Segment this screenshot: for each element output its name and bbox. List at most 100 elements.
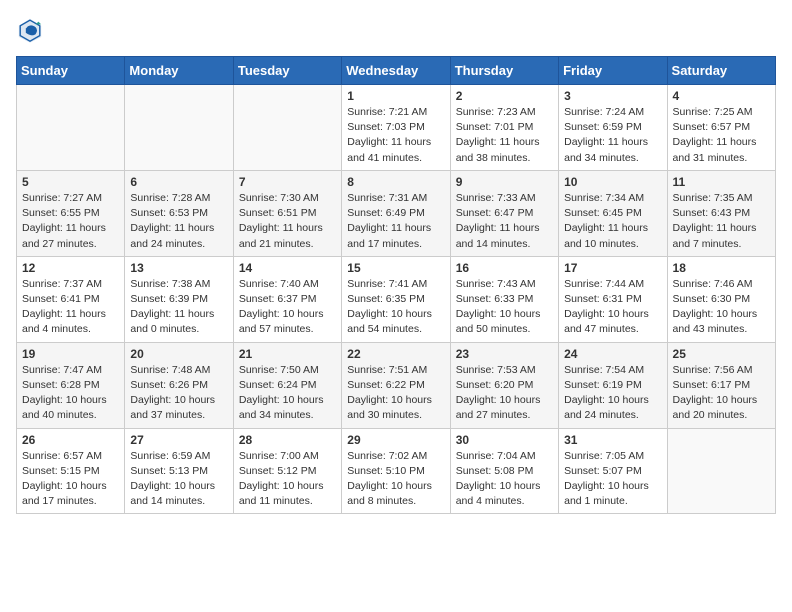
day-info: Sunrise: 7:56 AM Sunset: 6:17 PM Dayligh… — [673, 363, 770, 424]
calendar-cell: 19Sunrise: 7:47 AM Sunset: 6:28 PM Dayli… — [17, 342, 125, 428]
calendar-week-row: 5Sunrise: 7:27 AM Sunset: 6:55 PM Daylig… — [17, 170, 776, 256]
day-number: 21 — [239, 347, 336, 361]
calendar-cell: 26 Sunrise: 6:57 AM Sunset: 5:15 PM Dayli… — [17, 428, 125, 514]
day-info: Sunrise: 7:04 AM Sunset: 5:08 PM Dayligh… — [456, 449, 553, 510]
calendar-cell: 16 Sunrise: 7:43 AM Sunset: 6:33 PM Dayli… — [450, 256, 558, 342]
day-info: Sunrise: 7:00 AM Sunset: 5:12 PM Dayligh… — [239, 449, 336, 510]
day-info: Sunrise: 7:44 AM Sunset: 6:31 PM Dayligh… — [564, 277, 661, 338]
calendar-cell: 12 Sunrise: 7:37 AM Sunset: 6:41 PM Dayli… — [17, 256, 125, 342]
calendar-cell: 1Sunrise: 7:21 AM Sunset: 7:03 PM Daylig… — [342, 85, 450, 171]
calendar-cell: 22 Sunrise: 7:51 AM Sunset: 6:22 PM Dayli… — [342, 342, 450, 428]
day-number: 5 — [22, 175, 119, 189]
calendar-cell: 15Sunrise: 7:41 AM Sunset: 6:35 PM Dayli… — [342, 256, 450, 342]
day-info: Sunrise: 7:34 AM Sunset: 6:45 PM Dayligh… — [564, 191, 661, 252]
day-number: 4 — [673, 89, 770, 103]
day-number: 1 — [347, 89, 444, 103]
day-info: Sunrise: 7:25 AM Sunset: 6:57 PM Dayligh… — [673, 105, 770, 166]
day-info: Sunrise: 7:30 AM Sunset: 6:51 PM Dayligh… — [239, 191, 336, 252]
day-info: Sunrise: 7:47 AM Sunset: 6:28 PM Dayligh… — [22, 363, 119, 424]
calendar-week-row: 26 Sunrise: 6:57 AM Sunset: 5:15 PM Dayli… — [17, 428, 776, 514]
calendar-cell: 5Sunrise: 7:27 AM Sunset: 6:55 PM Daylig… — [17, 170, 125, 256]
day-of-week-header: Tuesday — [233, 57, 341, 85]
calendar-cell — [233, 85, 341, 171]
calendar-week-row: 19Sunrise: 7:47 AM Sunset: 6:28 PM Dayli… — [17, 342, 776, 428]
day-number: 13 — [130, 261, 227, 275]
day-number: 6 — [130, 175, 227, 189]
day-info: Sunrise: 7:05 AM Sunset: 5:07 PM Dayligh… — [564, 449, 661, 510]
day-number: 2 — [456, 89, 553, 103]
calendar-week-row: 1Sunrise: 7:21 AM Sunset: 7:03 PM Daylig… — [17, 85, 776, 171]
day-of-week-header: Thursday — [450, 57, 558, 85]
calendar-cell — [667, 428, 775, 514]
day-info: Sunrise: 7:24 AM Sunset: 6:59 PM Dayligh… — [564, 105, 661, 166]
calendar-cell: 3 Sunrise: 7:24 AM Sunset: 6:59 PM Daylig… — [559, 85, 667, 171]
day-info: Sunrise: 7:02 AM Sunset: 5:10 PM Dayligh… — [347, 449, 444, 510]
calendar-cell: 31 Sunrise: 7:05 AM Sunset: 5:07 PM Dayli… — [559, 428, 667, 514]
page-header — [16, 16, 776, 44]
day-info: Sunrise: 6:57 AM Sunset: 5:15 PM Dayligh… — [22, 449, 119, 510]
day-number: 8 — [347, 175, 444, 189]
day-info: Sunrise: 7:50 AM Sunset: 6:24 PM Dayligh… — [239, 363, 336, 424]
day-info: Sunrise: 7:33 AM Sunset: 6:47 PM Dayligh… — [456, 191, 553, 252]
calendar-cell: 4 Sunrise: 7:25 AM Sunset: 6:57 PM Daylig… — [667, 85, 775, 171]
day-number: 22 — [347, 347, 444, 361]
calendar-week-row: 12 Sunrise: 7:37 AM Sunset: 6:41 PM Dayli… — [17, 256, 776, 342]
calendar-cell — [125, 85, 233, 171]
day-number: 7 — [239, 175, 336, 189]
calendar-cell: 28 Sunrise: 7:00 AM Sunset: 5:12 PM Dayli… — [233, 428, 341, 514]
logo-icon — [16, 16, 44, 44]
day-of-week-header: Monday — [125, 57, 233, 85]
day-number: 31 — [564, 433, 661, 447]
day-of-week-header: Saturday — [667, 57, 775, 85]
day-number: 29 — [347, 433, 444, 447]
day-info: Sunrise: 7:53 AM Sunset: 6:20 PM Dayligh… — [456, 363, 553, 424]
calendar-cell: 6Sunrise: 7:28 AM Sunset: 6:53 PM Daylig… — [125, 170, 233, 256]
day-info: Sunrise: 7:40 AM Sunset: 6:37 PM Dayligh… — [239, 277, 336, 338]
calendar-cell: 21 Sunrise: 7:50 AM Sunset: 6:24 PM Dayli… — [233, 342, 341, 428]
day-number: 28 — [239, 433, 336, 447]
day-info: Sunrise: 7:38 AM Sunset: 6:39 PM Dayligh… — [130, 277, 227, 338]
calendar-cell: 14 Sunrise: 7:40 AM Sunset: 6:37 PM Dayli… — [233, 256, 341, 342]
day-info: Sunrise: 7:51 AM Sunset: 6:22 PM Dayligh… — [347, 363, 444, 424]
day-number: 30 — [456, 433, 553, 447]
day-number: 10 — [564, 175, 661, 189]
calendar-cell: 8 Sunrise: 7:31 AM Sunset: 6:49 PM Daylig… — [342, 170, 450, 256]
calendar-cell: 7 Sunrise: 7:30 AM Sunset: 6:51 PM Daylig… — [233, 170, 341, 256]
calendar-cell: 11 Sunrise: 7:35 AM Sunset: 6:43 PM Dayli… — [667, 170, 775, 256]
day-number: 9 — [456, 175, 553, 189]
day-number: 16 — [456, 261, 553, 275]
day-info: Sunrise: 7:35 AM Sunset: 6:43 PM Dayligh… — [673, 191, 770, 252]
day-number: 17 — [564, 261, 661, 275]
calendar-cell: 17 Sunrise: 7:44 AM Sunset: 6:31 PM Dayli… — [559, 256, 667, 342]
calendar-cell: 27 Sunrise: 6:59 AM Sunset: 5:13 PM Dayli… — [125, 428, 233, 514]
calendar-cell — [17, 85, 125, 171]
day-number: 15 — [347, 261, 444, 275]
day-number: 12 — [22, 261, 119, 275]
day-number: 3 — [564, 89, 661, 103]
day-info: Sunrise: 7:43 AM Sunset: 6:33 PM Dayligh… — [456, 277, 553, 338]
calendar-cell: 2 Sunrise: 7:23 AM Sunset: 7:01 PM Daylig… — [450, 85, 558, 171]
calendar-cell: 9 Sunrise: 7:33 AM Sunset: 6:47 PM Daylig… — [450, 170, 558, 256]
day-number: 26 — [22, 433, 119, 447]
day-info: Sunrise: 7:46 AM Sunset: 6:30 PM Dayligh… — [673, 277, 770, 338]
day-number: 11 — [673, 175, 770, 189]
day-number: 20 — [130, 347, 227, 361]
day-info: Sunrise: 7:23 AM Sunset: 7:01 PM Dayligh… — [456, 105, 553, 166]
day-number: 27 — [130, 433, 227, 447]
calendar-cell: 20Sunrise: 7:48 AM Sunset: 6:26 PM Dayli… — [125, 342, 233, 428]
day-number: 18 — [673, 261, 770, 275]
day-info: Sunrise: 7:37 AM Sunset: 6:41 PM Dayligh… — [22, 277, 119, 338]
day-number: 25 — [673, 347, 770, 361]
day-info: Sunrise: 7:31 AM Sunset: 6:49 PM Dayligh… — [347, 191, 444, 252]
day-info: Sunrise: 7:54 AM Sunset: 6:19 PM Dayligh… — [564, 363, 661, 424]
day-number: 14 — [239, 261, 336, 275]
calendar-cell: 24Sunrise: 7:54 AM Sunset: 6:19 PM Dayli… — [559, 342, 667, 428]
calendar-cell: 18 Sunrise: 7:46 AM Sunset: 6:30 PM Dayli… — [667, 256, 775, 342]
calendar-cell: 23Sunrise: 7:53 AM Sunset: 6:20 PM Dayli… — [450, 342, 558, 428]
day-of-week-header: Wednesday — [342, 57, 450, 85]
calendar-header-row: SundayMondayTuesdayWednesdayThursdayFrid… — [17, 57, 776, 85]
calendar-cell: 30 Sunrise: 7:04 AM Sunset: 5:08 PM Dayli… — [450, 428, 558, 514]
day-info: Sunrise: 6:59 AM Sunset: 5:13 PM Dayligh… — [130, 449, 227, 510]
logo — [16, 16, 48, 44]
calendar-cell: 10 Sunrise: 7:34 AM Sunset: 6:45 PM Dayli… — [559, 170, 667, 256]
